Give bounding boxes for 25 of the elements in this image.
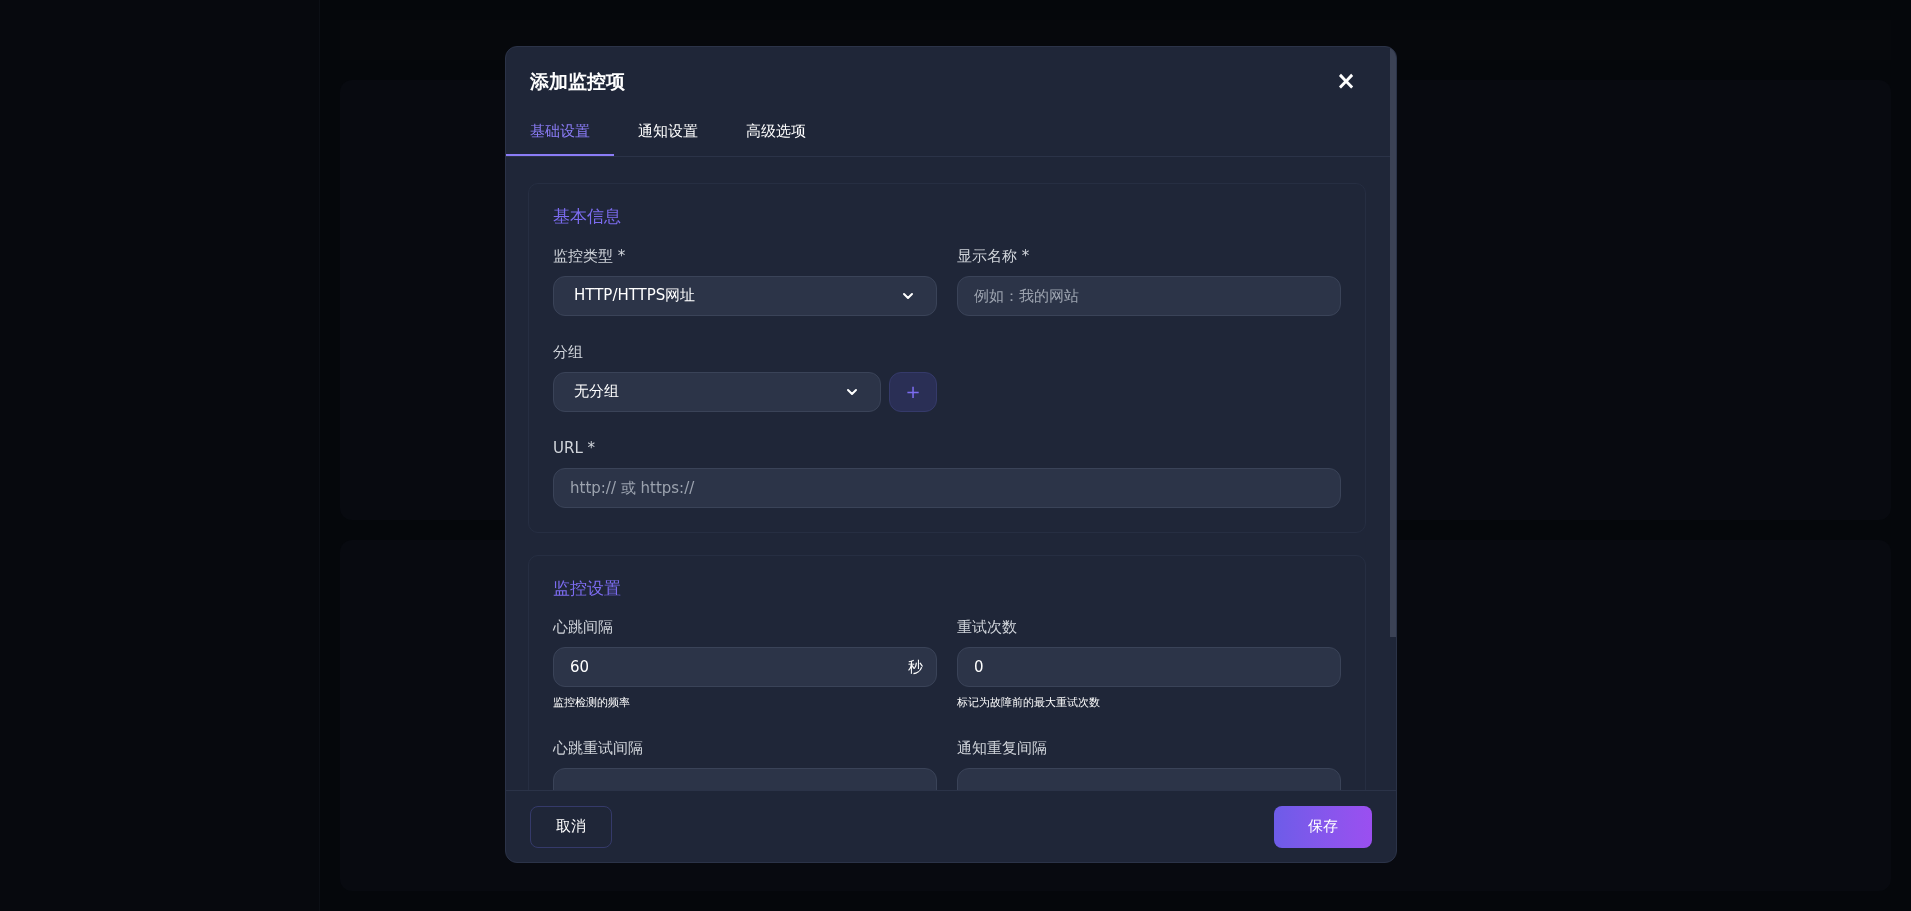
field-label: 心跳重试间隔 (553, 737, 644, 758)
input-field[interactable]: 例如：我的网站 (957, 275, 1341, 316)
tab[interactable]: 基础设置 (506, 109, 614, 156)
field-label: 分组 (553, 341, 584, 362)
section-title: 基本信息 (553, 205, 622, 228)
field-label: URL * (553, 437, 597, 458)
unit-label: 秒 (908, 657, 923, 677)
input-field[interactable]: 0 (957, 647, 1341, 687)
field-label: 通知重复间隔 (957, 737, 1048, 758)
close-button[interactable]: × (1329, 69, 1362, 93)
field-label: 显示名称 * (957, 245, 1031, 266)
tab[interactable]: 高级选项 (722, 109, 830, 156)
field-hint: 标记为故障前的最大重试次数 (957, 695, 1101, 711)
tab[interactable]: 通知设置 (614, 109, 722, 156)
input-field[interactable]: http:// 或 https:// (553, 467, 1341, 508)
dialog-title: 添加监控项 (530, 68, 625, 94)
cancel-button[interactable]: 取消 (530, 805, 612, 848)
field-label: 重试次数 (957, 617, 1018, 637)
section-title: 监控设置 (553, 576, 622, 600)
save-button[interactable]: 保存 (1274, 805, 1372, 848)
field-label: 监控类型 * (553, 245, 627, 266)
select-field[interactable]: HTTP/HTTPS网址 (553, 275, 937, 316)
field-label: 心跳间隔 (553, 617, 614, 637)
select-field[interactable]: 无分组 (553, 371, 882, 412)
field-hint: 监控检测的频率 (553, 695, 631, 711)
